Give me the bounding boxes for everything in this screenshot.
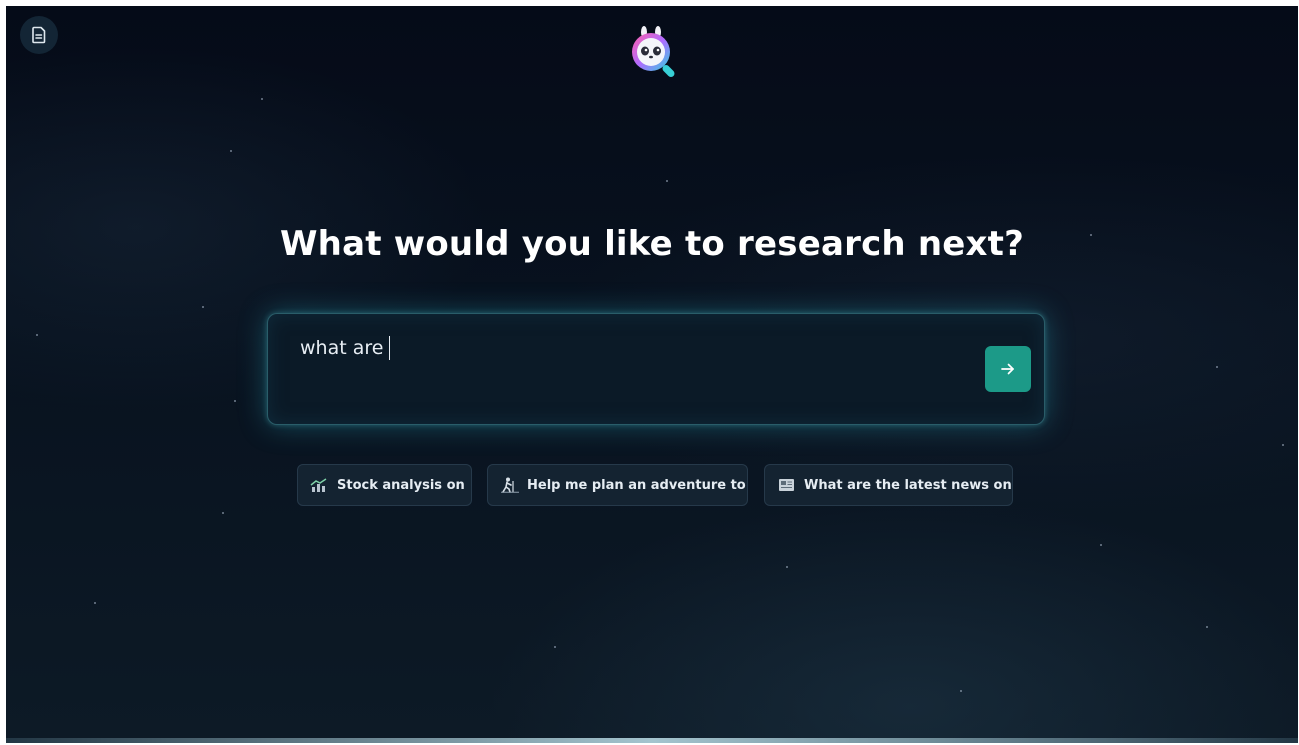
search-box (267, 313, 1045, 425)
star (202, 306, 204, 308)
hiker-icon (501, 477, 519, 493)
star (234, 400, 236, 402)
newspaper-icon (779, 479, 794, 491)
star (666, 180, 668, 182)
search-input[interactable] (300, 334, 960, 362)
arrow-right-icon (1001, 363, 1014, 375)
star (94, 602, 96, 604)
star (1282, 444, 1284, 446)
suggestion-plan-adventure[interactable]: Help me plan an adventure to (487, 464, 748, 506)
star (222, 512, 224, 514)
star (1216, 366, 1218, 368)
star (554, 646, 556, 648)
star (1206, 626, 1208, 628)
document-icon (32, 26, 46, 44)
page-headline: What would you like to research next? (279, 224, 1025, 264)
panda-magnifier-logo (632, 26, 675, 77)
star (1100, 544, 1102, 546)
suggestion-label: What are the latest news on (804, 477, 1012, 493)
bottom-glow (6, 738, 1298, 743)
submit-button[interactable] (985, 346, 1031, 392)
chart-icon (310, 478, 327, 492)
star (36, 334, 38, 336)
suggestion-stock-analysis[interactable]: Stock analysis on (297, 464, 472, 506)
star (261, 98, 263, 100)
suggestion-label: Help me plan an adventure to (527, 477, 746, 493)
star (230, 150, 232, 152)
suggestion-latest-news[interactable]: What are the latest news on (764, 464, 1013, 506)
app-frame: What would you like to research next? St… (6, 6, 1298, 743)
document-button[interactable] (20, 16, 58, 54)
text-caret (389, 336, 390, 360)
star (786, 566, 788, 568)
suggestion-label: Stock analysis on (337, 477, 465, 493)
star (960, 690, 962, 692)
